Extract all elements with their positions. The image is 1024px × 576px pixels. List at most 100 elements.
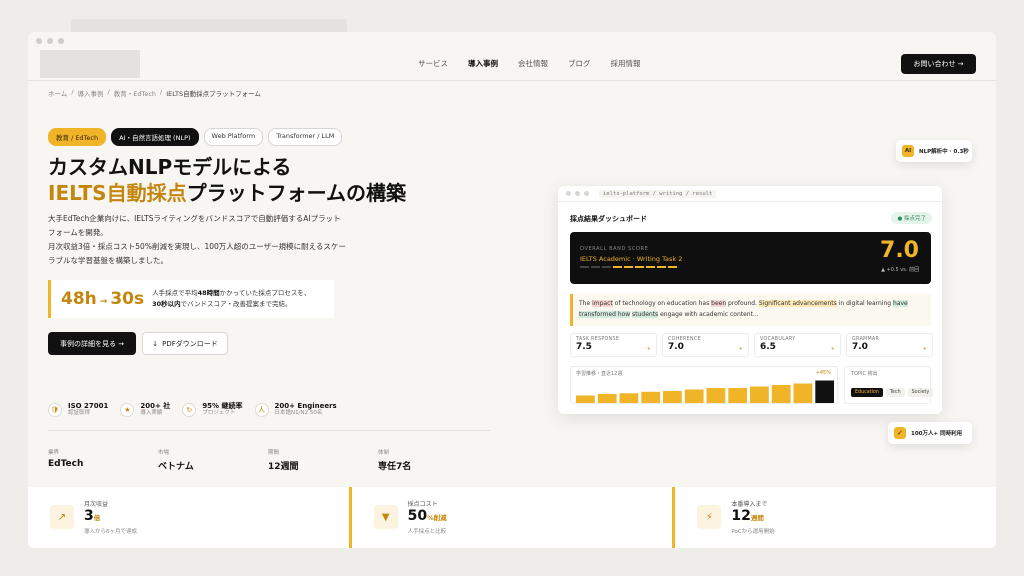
tag-transformer[interactable]: Transformer / LLM (268, 128, 343, 146)
ai-icon: AI (902, 145, 914, 157)
main-nav: サービス 導入事例 会社情報 ブログ 採用情報 (418, 58, 641, 69)
fact-industry: 業界 EdTech (48, 450, 84, 469)
plus-icon: + (646, 346, 651, 352)
breadcrumb-edtech[interactable]: 教育・EdTech (114, 88, 156, 98)
band-progress (580, 266, 677, 268)
band-delta: ▲ +0.5 vs. 前回 (881, 267, 919, 273)
card-vocabulary[interactable]: VOCABULARY 6.5 + (754, 333, 841, 357)
essay-text: engage with academic content... (658, 311, 759, 318)
band-segment (668, 266, 677, 268)
star-icon: ★ (120, 402, 135, 417)
nav-item-cases[interactable]: 導入事例 (468, 58, 498, 69)
nav-item-blog[interactable]: ブログ (568, 58, 591, 69)
chart-bar-3 (619, 393, 639, 403)
topic-chip-tech[interactable]: Tech (885, 388, 905, 397)
person-icon: 人 (254, 402, 269, 417)
nav-item-services[interactable]: サービス (418, 58, 448, 69)
essay-highlight: Significant advancements (758, 300, 837, 307)
badge-clients: ★ 200+ 社導入実績 (120, 402, 170, 417)
topic-panel: TOPIC 検出 Education Tech Society (844, 366, 934, 404)
band-segment (624, 266, 633, 268)
badge-retention: ↻ 95% 継続率 プロジェクト (182, 402, 243, 417)
tag-list: 教育 / EdTech AI・自然言語処理 (NLP) Web Platform… (48, 128, 343, 146)
band-segment (635, 266, 644, 268)
stat-figure: 48h → 30s (61, 289, 144, 309)
breadcrumb-cases[interactable]: 導入事例 (78, 88, 104, 98)
essay-highlight: impact (592, 300, 613, 307)
header-divider (28, 80, 996, 81)
contact-button[interactable]: お問い合わせ → (901, 54, 976, 74)
essay-text: of technology on education has (612, 300, 712, 307)
kpi-launch: ⚡ 本番導入まで 12週間 PoCから運用開始 (672, 487, 996, 548)
band-segment (602, 266, 611, 268)
chart-bar-9 (750, 386, 769, 403)
plus-icon: + (922, 346, 927, 352)
topic-chip-society[interactable]: Society (907, 388, 934, 397)
window-dot-icon (575, 191, 580, 196)
topic-chips: Education Tech Society (851, 388, 934, 397)
tag-edtech[interactable]: 教育 / EdTech (48, 128, 107, 146)
kpi-revenue: ↗ 月次収益 3倍 導入から6ヶ月で達成 (28, 487, 349, 548)
card-task-response[interactable]: TASK RESPONSE 7.5 + (570, 333, 657, 357)
fact-team: 体制 専任7名 (378, 450, 412, 472)
chart-bar-1 (576, 395, 595, 403)
dashboard-title: 採点結果ダッシュボード (570, 215, 647, 223)
pdf-download-button[interactable]: ↓ PDFダウンロード (142, 332, 228, 355)
band-label: OVERALL BAND SCORE (580, 246, 649, 252)
kpi-strip: ↗ 月次収益 3倍 導入から6ヶ月で達成 ▼ 採点コスト 50%削減 人手採点と比較 ⚡… (28, 487, 996, 548)
nav-item-careers[interactable]: 採用情報 (611, 58, 641, 69)
bar-chart (576, 380, 834, 403)
view-details-button[interactable]: 事例の詳細を見る → (48, 332, 136, 355)
chart-bar-11 (793, 383, 813, 403)
nav-item-company[interactable]: 会社情報 (518, 58, 548, 69)
title-line-1: カスタムNLPモデルによる (48, 155, 292, 179)
window-dot-icon[interactable] (58, 38, 64, 44)
kpi-cost: ▼ 採点コスト 50%削減 人手採点と比較 (348, 487, 673, 548)
card-grammar[interactable]: GRAMMAR 7.0 + (846, 333, 933, 357)
essay-text: in digital learning (836, 300, 894, 307)
trend-down-icon: ▼ (373, 505, 398, 529)
band-segment (646, 266, 655, 268)
breadcrumb-current: IELTS自動採点プラットフォーム (166, 90, 261, 98)
essay-text: The (579, 300, 593, 307)
stat-description: 人手採点で平均48時間かかっていた採点プロセスを、 30秒以内でバンドスコア・改善… (152, 289, 311, 308)
status-badge: ● 採点完了 (891, 212, 932, 224)
concurrent-users-badge: ✓ 100万人+ 同時利用 (888, 422, 972, 444)
lead-line-2: 月次収益3倍・採点コスト50%削減を実現し、100万人超のユーザー規模に耐えるス… (48, 242, 346, 265)
overall-band-panel: OVERALL BAND SCORE IELTS Academic · Writ… (570, 232, 931, 284)
mockup-chrome: ielts-platform / writing / result (558, 186, 942, 202)
essay-text: profound. (726, 300, 759, 307)
trend-up-icon: ↗ (50, 505, 74, 529)
chart-bar-2 (597, 394, 617, 403)
stat-to: 30s (110, 289, 145, 309)
chart-bar-5 (663, 391, 682, 403)
download-icon: ↓ (152, 339, 159, 348)
mockup-path: ielts-platform / writing / result (599, 189, 717, 198)
plus-icon: + (738, 346, 743, 352)
title-rest: プラットフォームの構築 (186, 181, 406, 205)
window-dot-icon[interactable] (47, 38, 53, 44)
tag-nlp[interactable]: AI・自然言語処理 (NLP) (111, 128, 199, 146)
window-dot-icon[interactable] (36, 38, 42, 44)
topic-chip-education[interactable]: Education (851, 388, 883, 397)
title-accent: IELTS自動採点 (48, 181, 187, 205)
shield-icon: 🛡 (48, 402, 62, 417)
band-segment (657, 266, 666, 268)
window-dot-icon (584, 191, 589, 196)
chart-bar-12 (815, 380, 834, 403)
topic-title: TOPIC 検出 (851, 371, 878, 377)
lead-paragraph: 大手EdTech企業向けに、IELTSライティングをバンドスコアで自動評価するA… (48, 212, 348, 268)
tag-web-platform[interactable]: Web Platform (203, 128, 264, 146)
badge-iso: 🛡 ISO 27001 認証取得 (48, 402, 108, 417)
essay-excerpt: The impact of technology on education ha… (570, 294, 931, 326)
browser-window: サービス 導入事例 会社情報 ブログ 採用情報 お問い合わせ → ホーム / 導入… (28, 32, 996, 548)
nlp-processing-badge: AI NLP解析中 · 0.3秒 (896, 140, 972, 162)
chart-title: 学習推移・直近12週 (576, 371, 623, 377)
section-divider (48, 430, 490, 431)
refresh-icon: ↻ (182, 402, 197, 417)
band-segment (613, 266, 622, 268)
chart-bar-8 (728, 388, 748, 403)
breadcrumb-home[interactable]: ホーム (48, 88, 67, 98)
card-coherence[interactable]: COHERENCE 7.0 + (662, 333, 749, 357)
site-logo[interactable] (40, 50, 140, 78)
